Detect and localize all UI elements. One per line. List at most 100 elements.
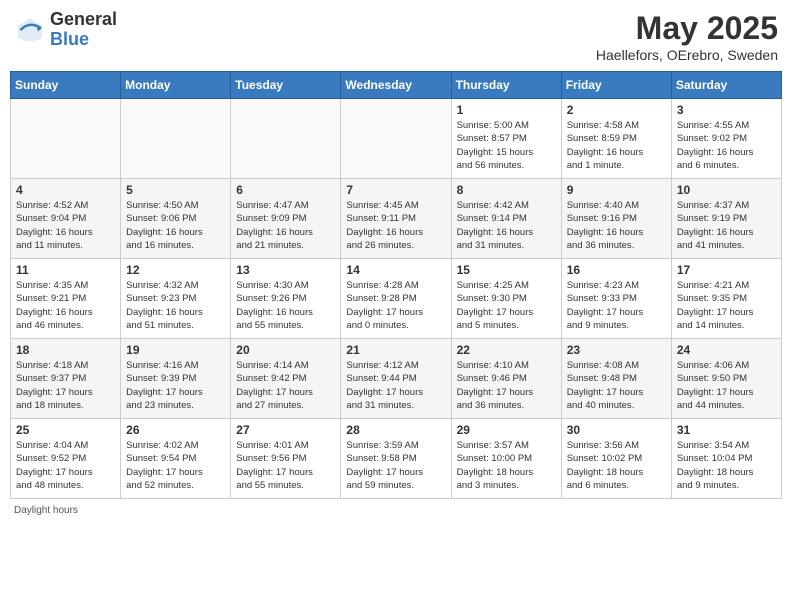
day-number: 27 [236, 423, 335, 437]
cell-info: Sunrise: 4:45 AM Sunset: 9:11 PM Dayligh… [346, 199, 445, 252]
cell-info: Sunrise: 4:02 AM Sunset: 9:54 PM Dayligh… [126, 439, 225, 492]
calendar-cell: 10 Sunrise: 4:37 AM Sunset: 9:19 PM Dayli… [671, 179, 781, 259]
cell-info: Sunrise: 3:56 AM Sunset: 10:02 PM Daylig… [567, 439, 666, 492]
calendar-cell: 12Sunrise: 4:32 AM Sunset: 9:23 PM Dayli… [121, 259, 231, 339]
day-number: 26 [126, 423, 225, 437]
calendar-cell: 13Sunrise: 4:30 AM Sunset: 9:26 PM Dayli… [231, 259, 341, 339]
calendar-cell [121, 99, 231, 179]
day-header-wednesday: Wednesday [341, 72, 451, 99]
calendar-cell: 30 Sunrise: 3:56 AM Sunset: 10:02 PM Dayl… [561, 419, 671, 499]
day-number: 16 [567, 263, 666, 277]
day-number: 6 [236, 183, 335, 197]
calendar-cell: 14Sunrise: 4:28 AM Sunset: 9:28 PM Dayli… [341, 259, 451, 339]
cell-info: Sunrise: 4:08 AM Sunset: 9:48 PM Dayligh… [567, 359, 666, 412]
day-number: 4 [16, 183, 115, 197]
day-number: 31 [677, 423, 776, 437]
cell-info: Sunrise: 3:59 AM Sunset: 9:58 PM Dayligh… [346, 439, 445, 492]
cell-info: Sunrise: 4:10 AM Sunset: 9:46 PM Dayligh… [457, 359, 556, 412]
day-number: 24 [677, 343, 776, 357]
cell-info: Sunrise: 4:18 AM Sunset: 9:37 PM Dayligh… [16, 359, 115, 412]
logo-blue-text: Blue [50, 30, 117, 50]
page-header: General Blue May 2025 Haellefors, OErebr… [10, 10, 782, 63]
cell-info: Sunrise: 4:16 AM Sunset: 9:39 PM Dayligh… [126, 359, 225, 412]
cell-info: Sunrise: 3:57 AM Sunset: 10:00 PM Daylig… [457, 439, 556, 492]
calendar-cell: 5 Sunrise: 4:50 AM Sunset: 9:06 PM Daylig… [121, 179, 231, 259]
daylight-hours-label: Daylight hours [14, 505, 78, 516]
cell-info: Sunrise: 4:47 AM Sunset: 9:09 PM Dayligh… [236, 199, 335, 252]
cell-info: Sunrise: 4:04 AM Sunset: 9:52 PM Dayligh… [16, 439, 115, 492]
calendar-cell: 7Sunrise: 4:45 AM Sunset: 9:11 PM Daylig… [341, 179, 451, 259]
cell-info: Sunrise: 4:50 AM Sunset: 9:06 PM Dayligh… [126, 199, 225, 252]
day-number: 28 [346, 423, 445, 437]
calendar-cell: 31 Sunrise: 3:54 AM Sunset: 10:04 PM Dayl… [671, 419, 781, 499]
calendar-cell [231, 99, 341, 179]
calendar-table: SundayMondayTuesdayWednesdayThursdayFrid… [10, 71, 782, 499]
day-number: 8 [457, 183, 556, 197]
calendar-cell: 6 Sunrise: 4:47 AM Sunset: 9:09 PM Daylig… [231, 179, 341, 259]
day-number: 11 [16, 263, 115, 277]
footer: Daylight hours [10, 505, 782, 516]
calendar-cell: 17 Sunrise: 4:21 AM Sunset: 9:35 PM Dayli… [671, 259, 781, 339]
week-row-1: 1 Sunrise: 5:00 AM Sunset: 8:57 PM Daylig… [11, 99, 782, 179]
day-header-sunday: Sunday [11, 72, 121, 99]
day-number: 21 [346, 343, 445, 357]
week-row-5: 25 Sunrise: 4:04 AM Sunset: 9:52 PM Dayli… [11, 419, 782, 499]
cell-info: Sunrise: 4:40 AM Sunset: 9:16 PM Dayligh… [567, 199, 666, 252]
day-number: 30 [567, 423, 666, 437]
day-number: 25 [16, 423, 115, 437]
day-header-thursday: Thursday [451, 72, 561, 99]
calendar-cell [11, 99, 121, 179]
logo-icon [14, 14, 46, 46]
calendar-cell: 19 Sunrise: 4:16 AM Sunset: 9:39 PM Dayli… [121, 339, 231, 419]
week-row-2: 4 Sunrise: 4:52 AM Sunset: 9:04 PM Daylig… [11, 179, 782, 259]
day-header-friday: Friday [561, 72, 671, 99]
cell-info: Sunrise: 4:55 AM Sunset: 9:02 PM Dayligh… [677, 119, 776, 172]
cell-info: Sunrise: 4:25 AM Sunset: 9:30 PM Dayligh… [457, 279, 556, 332]
cell-info: Sunrise: 4:01 AM Sunset: 9:56 PM Dayligh… [236, 439, 335, 492]
day-number: 14 [346, 263, 445, 277]
day-header-tuesday: Tuesday [231, 72, 341, 99]
day-headers-row: SundayMondayTuesdayWednesdayThursdayFrid… [11, 72, 782, 99]
day-number: 23 [567, 343, 666, 357]
day-number: 18 [16, 343, 115, 357]
cell-info: Sunrise: 4:58 AM Sunset: 8:59 PM Dayligh… [567, 119, 666, 172]
calendar-cell: 3 Sunrise: 4:55 AM Sunset: 9:02 PM Daylig… [671, 99, 781, 179]
day-number: 20 [236, 343, 335, 357]
calendar-cell: 20 Sunrise: 4:14 AM Sunset: 9:42 PM Dayli… [231, 339, 341, 419]
calendar-cell: 16Sunrise: 4:23 AM Sunset: 9:33 PM Dayli… [561, 259, 671, 339]
day-header-monday: Monday [121, 72, 231, 99]
calendar-cell: 24Sunrise: 4:06 AM Sunset: 9:50 PM Dayli… [671, 339, 781, 419]
calendar-cell: 27 Sunrise: 4:01 AM Sunset: 9:56 PM Dayli… [231, 419, 341, 499]
day-number: 9 [567, 183, 666, 197]
day-number: 29 [457, 423, 556, 437]
logo-general-text: General [50, 10, 117, 30]
calendar-cell: 9 Sunrise: 4:40 AM Sunset: 9:16 PM Daylig… [561, 179, 671, 259]
cell-info: Sunrise: 4:37 AM Sunset: 9:19 PM Dayligh… [677, 199, 776, 252]
day-number: 10 [677, 183, 776, 197]
day-header-saturday: Saturday [671, 72, 781, 99]
day-number: 12 [126, 263, 225, 277]
calendar-cell [341, 99, 451, 179]
calendar-cell: 23 Sunrise: 4:08 AM Sunset: 9:48 PM Dayli… [561, 339, 671, 419]
cell-info: Sunrise: 4:14 AM Sunset: 9:42 PM Dayligh… [236, 359, 335, 412]
day-number: 19 [126, 343, 225, 357]
cell-info: Sunrise: 3:54 AM Sunset: 10:04 PM Daylig… [677, 439, 776, 492]
day-number: 5 [126, 183, 225, 197]
calendar-cell: 29 Sunrise: 3:57 AM Sunset: 10:00 PM Dayl… [451, 419, 561, 499]
cell-info: Sunrise: 4:52 AM Sunset: 9:04 PM Dayligh… [16, 199, 115, 252]
cell-info: Sunrise: 4:30 AM Sunset: 9:26 PM Dayligh… [236, 279, 335, 332]
day-number: 1 [457, 103, 556, 117]
cell-info: Sunrise: 5:00 AM Sunset: 8:57 PM Dayligh… [457, 119, 556, 172]
cell-info: Sunrise: 4:12 AM Sunset: 9:44 PM Dayligh… [346, 359, 445, 412]
day-number: 17 [677, 263, 776, 277]
calendar-cell: 11Sunrise: 4:35 AM Sunset: 9:21 PM Dayli… [11, 259, 121, 339]
title-block: May 2025 Haellefors, OErebro, Sweden [596, 10, 778, 63]
cell-info: Sunrise: 4:21 AM Sunset: 9:35 PM Dayligh… [677, 279, 776, 332]
calendar-cell: 25 Sunrise: 4:04 AM Sunset: 9:52 PM Dayli… [11, 419, 121, 499]
cell-info: Sunrise: 4:42 AM Sunset: 9:14 PM Dayligh… [457, 199, 556, 252]
day-number: 22 [457, 343, 556, 357]
day-number: 3 [677, 103, 776, 117]
calendar-cell: 8 Sunrise: 4:42 AM Sunset: 9:14 PM Daylig… [451, 179, 561, 259]
calendar-cell: 21 Sunrise: 4:12 AM Sunset: 9:44 PM Dayli… [341, 339, 451, 419]
calendar-cell: 1 Sunrise: 5:00 AM Sunset: 8:57 PM Daylig… [451, 99, 561, 179]
